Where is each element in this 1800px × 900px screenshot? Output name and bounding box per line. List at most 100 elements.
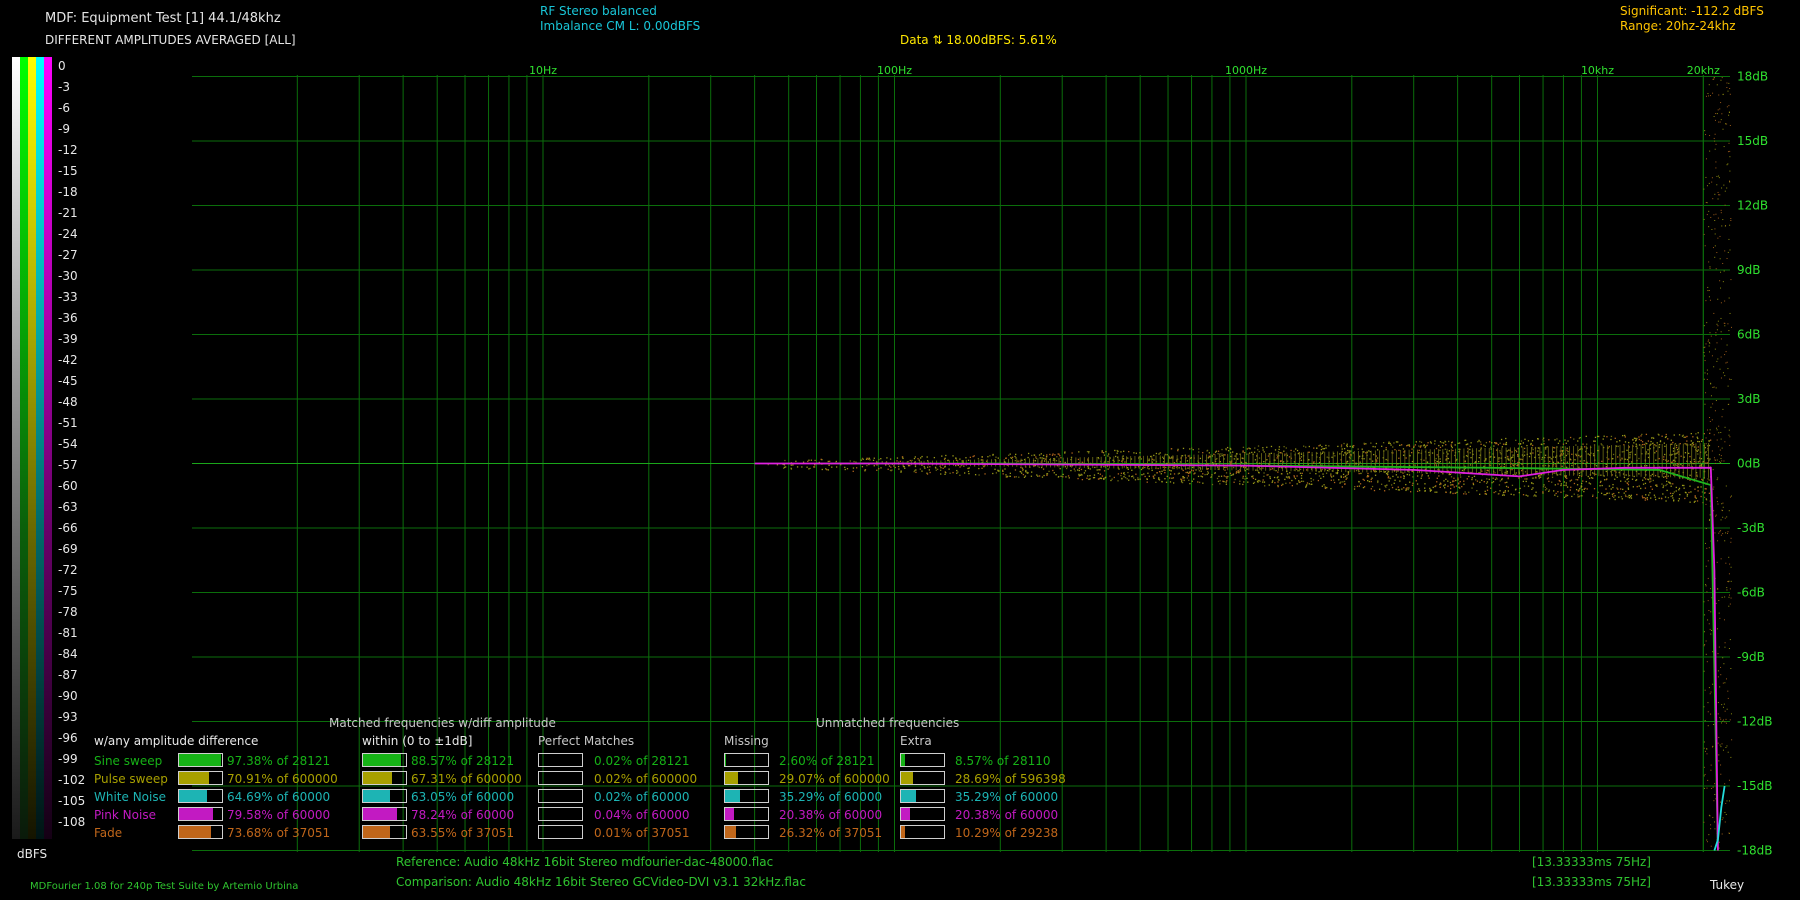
data-point xyxy=(1708,289,1710,291)
data-point xyxy=(1107,461,1109,463)
data-point xyxy=(1684,491,1687,494)
data-point xyxy=(1578,437,1580,440)
data-point xyxy=(1617,488,1619,490)
header-extra: Extra xyxy=(900,734,932,748)
data-point xyxy=(1246,453,1248,455)
data-point xyxy=(1522,494,1525,496)
data-point xyxy=(1507,455,1509,458)
data-point xyxy=(1321,446,1323,448)
data-point xyxy=(1707,462,1709,464)
data-point xyxy=(1665,500,1667,502)
data-point xyxy=(1541,469,1543,471)
data-point xyxy=(1322,473,1324,475)
data-point xyxy=(1459,480,1461,483)
data-point xyxy=(1696,436,1698,438)
data-point xyxy=(1712,92,1714,94)
data-point xyxy=(1484,445,1487,447)
data-point xyxy=(1587,475,1589,478)
data-point xyxy=(1340,446,1343,448)
data-point xyxy=(1467,443,1469,445)
data-point xyxy=(1150,455,1152,458)
data-point xyxy=(1720,287,1722,289)
data-point xyxy=(1461,469,1464,472)
data-point xyxy=(1727,251,1729,253)
data-point xyxy=(1367,472,1369,475)
data-point xyxy=(1166,462,1168,465)
data-point xyxy=(1447,480,1449,482)
data-point xyxy=(1376,457,1379,459)
data-point xyxy=(1717,237,1719,239)
data-point xyxy=(955,464,957,467)
data-point xyxy=(1239,480,1241,482)
data-point xyxy=(1678,487,1681,490)
data-point xyxy=(1708,479,1710,481)
data-point xyxy=(1720,519,1722,521)
data-point xyxy=(1729,594,1731,596)
data-point xyxy=(1589,483,1592,485)
data-point xyxy=(1148,475,1150,477)
data-point xyxy=(1483,480,1485,483)
stat-bar xyxy=(724,825,769,839)
data-point xyxy=(864,470,866,472)
data-point xyxy=(1333,481,1336,484)
data-point xyxy=(1689,474,1691,476)
data-point xyxy=(1689,501,1691,503)
data-point xyxy=(1654,498,1657,501)
data-point xyxy=(1301,480,1303,482)
data-point xyxy=(1728,238,1730,240)
data-point xyxy=(1457,479,1459,481)
data-point xyxy=(1573,438,1575,440)
stat-bar xyxy=(178,807,223,821)
data-point xyxy=(965,457,967,459)
data-point xyxy=(1416,490,1419,493)
data-point xyxy=(1603,475,1605,477)
data-point xyxy=(1192,470,1195,472)
data-point xyxy=(1713,116,1715,118)
data-point xyxy=(1630,497,1633,499)
data-point xyxy=(1691,443,1694,445)
data-point xyxy=(1436,491,1438,493)
data-point xyxy=(868,457,870,459)
data-point xyxy=(1084,470,1087,472)
data-point xyxy=(1285,476,1288,478)
data-point xyxy=(1693,458,1695,461)
data-point xyxy=(1729,170,1731,172)
data-point xyxy=(887,468,889,470)
data-point xyxy=(1664,445,1666,448)
data-point xyxy=(1401,488,1403,490)
data-point xyxy=(1225,483,1228,485)
data-point xyxy=(1578,472,1581,474)
data-point xyxy=(1290,449,1292,452)
data-point xyxy=(1339,482,1341,484)
data-point xyxy=(1342,454,1345,456)
data-point xyxy=(1714,233,1716,235)
data-point xyxy=(1298,480,1300,482)
data-point xyxy=(1144,466,1146,469)
data-point xyxy=(1712,488,1714,490)
data-point xyxy=(1651,488,1654,490)
data-point xyxy=(1724,710,1726,712)
data-point xyxy=(1727,385,1729,387)
data-point xyxy=(1409,455,1411,457)
data-point xyxy=(1397,486,1399,488)
data-point xyxy=(1537,450,1539,452)
stat-row-name: Pink Noise xyxy=(94,808,156,822)
data-point xyxy=(1664,453,1666,456)
data-point xyxy=(1635,439,1637,441)
stat-value: 20.38% of 60000 xyxy=(955,808,1059,822)
data-point xyxy=(1280,452,1282,454)
data-point xyxy=(1218,475,1220,478)
data-point xyxy=(1718,446,1720,448)
data-point xyxy=(1713,486,1715,488)
data-point xyxy=(978,467,980,470)
data-point xyxy=(1346,443,1348,445)
data-point xyxy=(1563,490,1565,492)
data-point xyxy=(1483,444,1485,446)
data-point xyxy=(1038,454,1041,456)
data-point xyxy=(831,466,833,468)
data-point xyxy=(1087,475,1089,477)
data-point xyxy=(1578,454,1580,457)
data-point xyxy=(1719,686,1721,688)
data-point xyxy=(973,455,975,457)
data-point xyxy=(1191,466,1194,469)
